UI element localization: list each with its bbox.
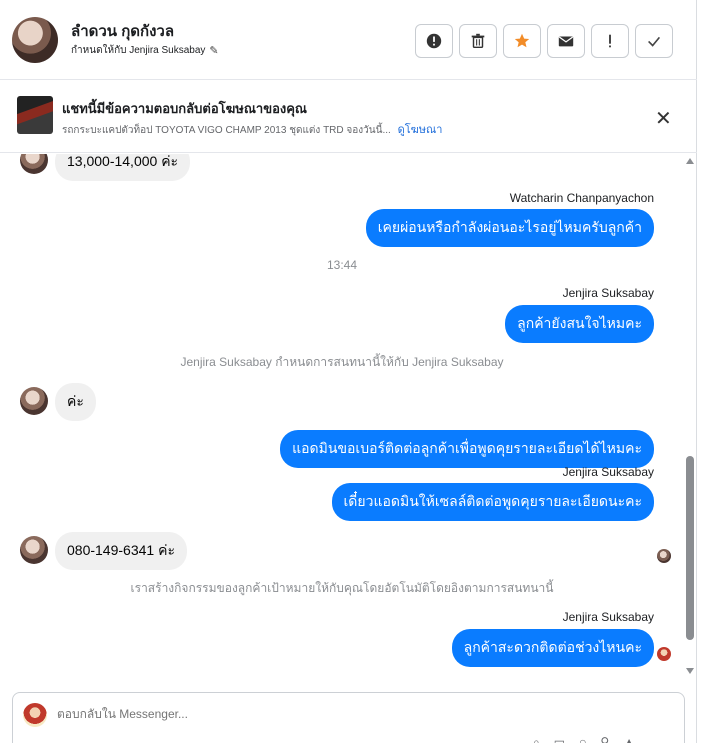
spam-button[interactable] bbox=[415, 24, 453, 58]
contact-message-avatar bbox=[20, 536, 48, 564]
star-icon bbox=[514, 33, 530, 48]
page-avatar bbox=[23, 703, 47, 727]
attach-icon[interactable]: ⌕ bbox=[533, 735, 540, 743]
sender-name: Jenjira Suksabay bbox=[562, 286, 654, 300]
outgoing-message: เคยผ่อนหรือกำลังผ่อนอะไรอยู่ไหมครับลูกค้… bbox=[365, 209, 654, 247]
scroll-down-arrow-icon[interactable] bbox=[686, 668, 694, 674]
ad-banner-title: แชทนี้มีข้อความตอบกลับต่อโฆษณาของคุณ bbox=[62, 101, 307, 116]
assignment-line[interactable]: กำหนดให้กับ Jenjira Suksabay ✎ bbox=[71, 43, 219, 58]
ad-thumbnail bbox=[17, 96, 53, 134]
contact-avatar[interactable] bbox=[12, 17, 58, 63]
scroll-up-arrow-icon[interactable] bbox=[686, 158, 694, 164]
conversation-panel: ลำดวน กุดกังวล กำหนดให้กับ Jenjira Suksa… bbox=[0, 0, 697, 743]
ad-banner-subtitle: รถกระบะแคปตัวท็อป TOYOTA VIGO CHAMP 2013… bbox=[62, 120, 442, 138]
reply-input[interactable] bbox=[57, 707, 457, 721]
ad-description: รถกระบะแคปตัวท็อป TOYOTA VIGO CHAMP 2013… bbox=[62, 125, 391, 136]
outgoing-message: แอดมินขอเบอร์ติดต่อลูกค้าเพื่อพูดคุยรายล… bbox=[280, 430, 654, 468]
like-icon[interactable]: ▲ bbox=[623, 735, 635, 743]
pencil-icon[interactable]: ✎ bbox=[209, 44, 218, 57]
seen-receipt-avatar bbox=[657, 647, 671, 661]
contact-name[interactable]: ลำดวน กุดกังวล bbox=[71, 19, 174, 43]
scrollbar-thumb[interactable] bbox=[686, 456, 694, 640]
seen-receipt-avatar bbox=[657, 549, 671, 563]
exclamation-icon bbox=[609, 34, 611, 48]
alert-circle-icon bbox=[426, 33, 442, 49]
assigned-to-label: กำหนดให้กับ Jenjira Suksabay bbox=[71, 45, 206, 56]
incoming-message: ค่ะ bbox=[55, 383, 96, 421]
header-actions bbox=[415, 24, 673, 58]
system-notice: เราสร้างกิจกรรมของลูกค้าเป้าหมายให้กับคุ… bbox=[130, 581, 554, 595]
outgoing-message: เดี๋ยวแอดมินให้เซลล์ติดต่อพูดคุยรายละเอี… bbox=[331, 483, 654, 521]
done-button[interactable] bbox=[635, 24, 673, 58]
contact-message-avatar bbox=[20, 387, 48, 415]
star-button[interactable] bbox=[503, 24, 541, 58]
image-icon[interactable]: ▭ bbox=[554, 735, 565, 743]
reply-composer: ⌕ ▭ ○ ⚲ ▲ bbox=[12, 692, 685, 743]
incoming-message: 13,000-14,000 ค่ะ bbox=[55, 154, 191, 181]
follow-up-button[interactable] bbox=[591, 24, 629, 58]
incoming-message: 080-149-6341 ค่ะ bbox=[55, 532, 187, 570]
composer-toolbar: ⌕ ▭ ○ ⚲ ▲ bbox=[533, 735, 635, 743]
close-icon[interactable]: ✕ bbox=[655, 106, 672, 131]
system-notice: Jenjira Suksabay กำหนดการสนทนานี้ให้กับ … bbox=[180, 355, 504, 369]
saved-replies-icon[interactable]: ⚲ bbox=[600, 735, 609, 743]
timestamp: 13:44 bbox=[326, 258, 358, 272]
contact-message-avatar bbox=[20, 154, 48, 174]
outgoing-message: ลูกค้าสะดวกติดต่อช่วงไหนคะ bbox=[451, 629, 654, 667]
view-ad-link[interactable]: ดูโฆษณา bbox=[398, 124, 443, 136]
delete-button[interactable] bbox=[459, 24, 497, 58]
sender-name: Watcharin Chanpanyachon bbox=[509, 191, 654, 205]
scrollbar[interactable] bbox=[684, 154, 696, 682]
trash-icon bbox=[471, 33, 485, 49]
ad-reply-banner: แชทนี้มีข้อความตอบกลับต่อโฆษณาของคุณ รถก… bbox=[0, 81, 697, 153]
message-list: 13,000-14,000 ค่ะ Watcharin Chanpanyacho… bbox=[0, 154, 684, 682]
mail-button[interactable] bbox=[547, 24, 585, 58]
conversation-header: ลำดวน กุดกังวล กำหนดให้กับ Jenjira Suksa… bbox=[0, 0, 697, 80]
sender-name: Jenjira Suksabay bbox=[562, 610, 654, 624]
outgoing-message: ลูกค้ายังสนใจไหมคะ bbox=[505, 305, 654, 343]
check-icon bbox=[648, 36, 661, 47]
envelope-icon bbox=[558, 36, 574, 47]
emoji-icon[interactable]: ○ bbox=[579, 735, 586, 743]
sender-name: Jenjira Suksabay bbox=[562, 465, 654, 479]
